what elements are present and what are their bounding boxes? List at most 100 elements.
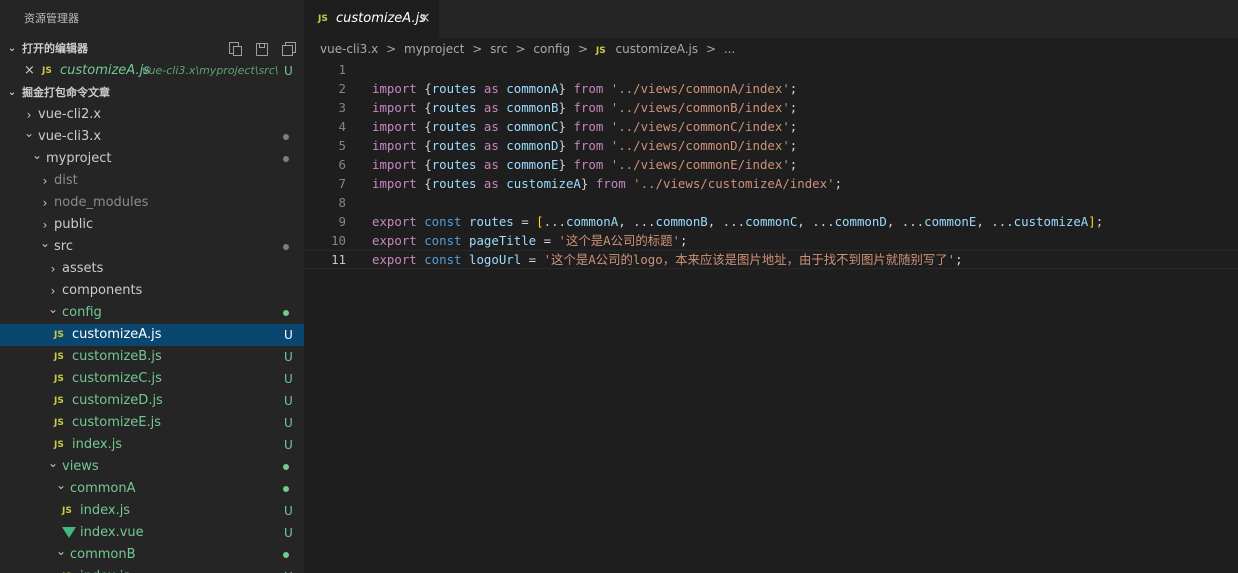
code-token: '../views/commonD/index' (610, 138, 790, 153)
tree-file[interactable]: JS customizeE.js U (0, 412, 304, 434)
tree-item-label: vue-cli3.x (38, 129, 102, 144)
git-status-dot (283, 464, 289, 470)
code-token: logoUrl (468, 252, 522, 267)
editor-tab-bar: JS customizeA.js × (304, 0, 1238, 38)
breadcrumb-item[interactable]: config (533, 42, 570, 56)
code-token: } (558, 157, 574, 172)
code-content: import {routes as commonE} from '../view… (372, 155, 797, 174)
line-number: 8 (338, 195, 346, 210)
code-token: commonE (506, 157, 559, 172)
close-all-editors-icon[interactable] (281, 41, 296, 56)
open-editors-header[interactable]: ⌄ 打开的编辑器 (0, 38, 304, 60)
code-line[interactable]: 1 (304, 60, 1238, 79)
tree-item-label: customizeC.js (72, 371, 162, 386)
code-line[interactable]: 4 import {routes as commonC} from '../vie… (304, 117, 1238, 136)
tree-folder[interactable]: ⌄ commonB (0, 544, 304, 566)
tree-item-label: customizeB.js (72, 349, 162, 364)
tree-folder[interactable]: ⌄ myproject (0, 148, 304, 170)
code-token: const (424, 233, 469, 248)
close-editor-icon[interactable]: × (24, 60, 35, 82)
js-file-icon: JS (318, 14, 328, 24)
js-file-icon: JS (62, 566, 72, 573)
untracked-badge: U (284, 438, 293, 452)
line-number: 3 (338, 100, 346, 115)
code-content: import {routes as commonB} from '../view… (372, 98, 797, 117)
breadcrumb-separator: > (472, 42, 483, 56)
code-line[interactable]: 3 import {routes as commonB} from '../vie… (304, 98, 1238, 117)
line-number: 2 (338, 81, 346, 96)
code-token: commonD (506, 138, 559, 153)
code-token: { (424, 100, 432, 115)
code-line[interactable]: 5 import {routes as commonD} from '../vie… (304, 136, 1238, 155)
breadcrumb-more[interactable]: ... (724, 42, 735, 56)
tree-folder[interactable]: › assets (0, 258, 304, 280)
tree-file[interactable]: JS customizeA.js U (0, 324, 304, 346)
code-line[interactable]: 11 export const logoUrl = '这个是A公司的logo，本来… (304, 250, 1238, 269)
line-number: 6 (338, 157, 346, 172)
code-token: } (558, 119, 574, 134)
code-token: { (424, 176, 432, 191)
code-token: const (424, 214, 469, 229)
breadcrumb-item[interactable]: myproject (404, 42, 464, 56)
tree-folder[interactable]: › vue-cli2.x (0, 104, 304, 126)
code-token: customizeA (1013, 214, 1089, 229)
tree-file[interactable]: JS customizeD.js U (0, 390, 304, 412)
save-all-icon[interactable] (254, 41, 269, 56)
tree-file[interactable]: JSindex.jsU (0, 500, 304, 522)
code-token: = (513, 214, 537, 229)
tree-folder[interactable]: ⌄ views (0, 456, 304, 478)
code-line[interactable]: 10 export const pageTitle = '这个是A公司的标题'; (304, 231, 1238, 250)
code-token: { (424, 81, 432, 96)
code-token: from (595, 176, 634, 191)
code-line[interactable]: 6 import {routes as commonE} from '../vie… (304, 155, 1238, 174)
line-number: 5 (338, 138, 346, 153)
tree-file[interactable]: JS customizeC.js U (0, 368, 304, 390)
tree-file[interactable]: index.vue U (0, 522, 304, 544)
tree-file[interactable]: JS customizeB.js U (0, 346, 304, 368)
untracked-badge: U (284, 526, 293, 540)
tree-folder[interactable]: ⌄ commonA (0, 478, 304, 500)
breadcrumb-item[interactable]: src (490, 42, 508, 56)
tree-item-label: index.vue (80, 525, 144, 540)
code-token: import (372, 119, 425, 134)
code-line[interactable]: 8 (304, 193, 1238, 212)
tree-file[interactable]: JSindex.jsU (0, 566, 304, 573)
tree-folder[interactable]: › dist (0, 170, 304, 192)
tree-item-label: customizeD.js (72, 393, 163, 408)
tree-folder[interactable]: ⌄ vue-cli3.x (0, 126, 304, 148)
code-token: customizeA (506, 176, 581, 191)
chevron-down-icon: ⌄ (56, 544, 67, 558)
close-icon[interactable]: × (419, 10, 431, 26)
code-line[interactable]: 2 import {routes as commonA} from '../vie… (304, 79, 1238, 98)
line-number: 7 (338, 176, 346, 191)
new-untitled-file-icon[interactable] (227, 41, 242, 56)
code-editor[interactable]: 1 2 import {routes as commonA} from '../vi… (304, 60, 1238, 573)
tree-file[interactable]: JSindex.jsU (0, 434, 304, 456)
tree-folder[interactable]: ⌄ config (0, 302, 304, 324)
tree-folder[interactable]: › node_modules (0, 192, 304, 214)
chevron-down-icon: ⌄ (24, 126, 35, 140)
tree-folder[interactable]: ⌄ src (0, 236, 304, 258)
explorer-title: 资源管理器 (24, 12, 79, 25)
code-token: import (372, 138, 425, 153)
open-editor-item[interactable]: × JS customizeA.js vue-cli3.x\myproject\… (0, 60, 304, 82)
code-line[interactable]: 9 export const routes = [...commonA, ...c… (304, 212, 1238, 231)
breadcrumb-item[interactable]: vue-cli3.x (320, 42, 378, 56)
tab-customizeA[interactable]: JS customizeA.js × (304, 0, 439, 38)
js-file-icon: JS (42, 66, 52, 76)
code-token: { (424, 138, 432, 153)
code-token: ; (834, 176, 843, 191)
untracked-badge: U (284, 328, 293, 342)
workspace-header[interactable]: ⌄ 掘金打包命令文章 (0, 82, 304, 104)
git-status-dot (283, 156, 289, 162)
code-token: from (573, 157, 611, 172)
code-content: import {routes as customizeA} from '../v… (372, 174, 842, 193)
code-token: '这个是A公司的logo，本来应该是图片地址，由于找不到图片就随别写了' (543, 252, 956, 267)
breadcrumb-file[interactable]: customizeA.js (616, 42, 699, 56)
untracked-badge: U (284, 566, 293, 573)
code-token: commonA (566, 214, 619, 229)
code-token: routes (431, 81, 477, 96)
js-file-icon: JS (595, 46, 606, 56)
code-line[interactable]: 7 import {routes as customizeA} from '../… (304, 174, 1238, 193)
tree-folder[interactable]: › components (0, 280, 304, 302)
